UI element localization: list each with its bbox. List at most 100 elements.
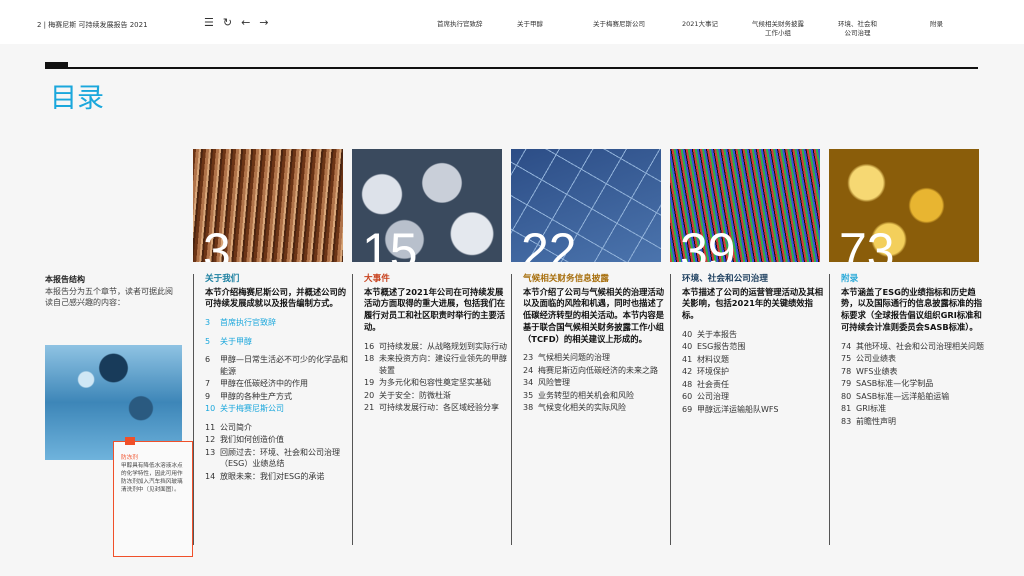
toc-item[interactable]: 19 为多元化和包容性奠定坚实基础: [364, 377, 511, 389]
toc-item[interactable]: 79 SASB标准—化学制品: [841, 378, 988, 390]
toc-item[interactable]: 10 关于梅赛尼斯公司: [205, 403, 352, 415]
toc-page: 41: [682, 354, 693, 364]
toc-item[interactable]: 34 风险管理: [523, 377, 670, 389]
toc-label: 环境保护: [697, 367, 729, 377]
section-image[interactable]: 22: [511, 149, 661, 262]
toc-item[interactable]: 6 甲醇—日常生活必不可少的化学品和能源: [205, 354, 352, 377]
section-description: 本节描述了公司的运营管理活动及其相关影响，包括2021年的关键绩效指标。: [682, 286, 824, 321]
nav-link[interactable]: 气候相关财务披露 工作小组: [752, 20, 804, 38]
toc-item[interactable]: 69 甲醇远洋运输船队WFS: [682, 404, 829, 416]
toc-page: 9: [205, 391, 211, 401]
toc-section: 附录 本节涵盖了ESG的业绩指标和历史趋势，以及国际通行的信息披露标准的指标要求（…: [829, 274, 988, 545]
toc-item[interactable]: 80 SASB标准—远洋船舶运输: [841, 391, 988, 403]
section-title[interactable]: 气候相关财务信息披露: [523, 274, 670, 286]
toc-item[interactable]: 7 甲醇在低碳经济中的作用: [205, 378, 352, 390]
toc-section: 关于我们 本节介绍梅赛尼斯公司，并概述公司的可持续发展成就以及报告编制方式。 3 首席…: [193, 274, 352, 545]
toc-item[interactable]: 21 可持续发展行动：各区域经验分享: [364, 402, 511, 414]
toc-page: 40: [682, 329, 693, 339]
toc-page: 10: [205, 404, 216, 414]
toc-label: 未来投资方向：建设行业领先的甲醇装置: [379, 354, 507, 375]
toc-page: 16: [364, 341, 375, 351]
toc-item[interactable]: 20 关于安全：防微杜渐: [364, 390, 511, 402]
menu-icon[interactable]: ☰: [204, 16, 214, 29]
section-title[interactable]: 环境、社会和公司治理: [682, 274, 829, 286]
toc-item[interactable]: 42 环境保护: [682, 366, 829, 378]
toc-page: 23: [523, 353, 534, 363]
forward-arrow-icon[interactable]: →: [259, 16, 268, 29]
toc-item[interactable]: 12 我们如何创造价值: [205, 434, 352, 446]
toc-item[interactable]: 48 社会责任: [682, 379, 829, 391]
toc-item[interactable]: 9 甲醇的各种生产方式: [205, 391, 352, 403]
page-label: 2 | 梅赛尼斯 可持续发展报告 2021: [37, 21, 148, 29]
toc-item[interactable]: 78 WFS业绩表: [841, 366, 988, 378]
callout-text: 甲醇具有降低水溶液冰点的化学特性，因此可用作防冻剂加入汽车挡风玻璃清洗剂中（见封…: [121, 463, 183, 493]
toc-label: 材料议题: [697, 354, 729, 364]
toc-label: 放眼未来：我们对ESG的承诺: [220, 471, 325, 481]
toc-item[interactable]: 60 公司治理: [682, 391, 829, 403]
toc-item[interactable]: 35 业务转型的相关机会和风险: [523, 390, 670, 402]
toc-label: 前瞻性声明: [856, 416, 896, 426]
toc-item[interactable]: 40 ESG报告范围: [682, 341, 829, 353]
toc-label: GRI标准: [856, 404, 887, 414]
toc-item[interactable]: 16 可持续发展：从战略规划到实际行动: [364, 341, 511, 353]
toc-item[interactable]: 23 气候相关问题的治理: [523, 352, 670, 364]
section-title[interactable]: 关于我们: [205, 274, 352, 286]
section-image[interactable]: 39: [670, 149, 820, 262]
nav-link[interactable]: 首席执行官致辞: [437, 20, 483, 29]
section-title[interactable]: 大事件: [364, 274, 511, 286]
toc-item[interactable]: 13 回顾过去：环境、社会和公司治理（ESG）业绩总结: [205, 447, 352, 470]
toc-item[interactable]: 3 首席执行官致辞: [205, 317, 352, 329]
toc-label: 公司业绩表: [856, 354, 896, 364]
toc-page: 81: [841, 404, 852, 414]
section-page-number: 39: [680, 223, 736, 262]
toc-page: 78: [841, 366, 852, 376]
toc-item[interactable]: 74 其他环境、社会和公司治理相关问题: [841, 341, 988, 353]
toc-section: 气候相关财务信息披露 本节介绍了公司与气候相关的治理活动以及面临的风险和机遇，同时…: [511, 274, 670, 545]
toc-item[interactable]: 14 放眼未来：我们对ESG的承诺: [205, 471, 352, 483]
toc-item[interactable]: 5 关于甲醇: [205, 336, 352, 348]
toc-label: 关于甲醇: [220, 336, 252, 346]
toc-label: 关于安全：防微杜渐: [379, 390, 451, 400]
section-image[interactable]: 3: [193, 149, 343, 262]
nav-link[interactable]: 关于梅赛尼斯公司: [593, 20, 645, 29]
toc-label: 梅赛尼斯迈向低碳经济的未来之路: [538, 365, 658, 375]
section-page-number: 3: [203, 223, 231, 262]
toc-item[interactable]: 11 公司简介: [205, 422, 352, 434]
toc-section: 环境、社会和公司治理 本节描述了公司的运营管理活动及其相关影响，包括2021年的关…: [670, 274, 829, 545]
nav-link[interactable]: 2021大事记: [682, 20, 718, 29]
section-image[interactable]: 15: [352, 149, 502, 262]
callout-box: 防冻剂 甲醇具有降低水溶液冰点的化学特性，因此可用作防冻剂加入汽车挡风玻璃清洗剂…: [113, 441, 193, 557]
nav-link[interactable]: 附录: [930, 20, 943, 29]
section-description: 本节介绍梅赛尼斯公司，并概述公司的可持续发展成就以及报告编制方式。: [205, 286, 347, 309]
section-image[interactable]: 73: [829, 149, 979, 262]
nav-link[interactable]: 环境、社会和 公司治理: [838, 20, 877, 38]
toc-item[interactable]: 83 前瞻性声明: [841, 416, 988, 428]
toc-item[interactable]: 24 梅赛尼斯迈向低碳经济的未来之路: [523, 365, 670, 377]
toc-item[interactable]: 38 气候变化相关的实际风险: [523, 402, 670, 414]
toc-page: 60: [682, 392, 693, 402]
toc-label: 关于本报告: [697, 329, 737, 339]
toc-page: 80: [841, 391, 852, 401]
toc-item[interactable]: 40 关于本报告: [682, 329, 829, 341]
toc-label: 关于梅赛尼斯公司: [220, 404, 284, 414]
section-title[interactable]: 附录: [841, 274, 988, 286]
toc-item[interactable]: 18 未来投资方向：建设行业领先的甲醇装置: [364, 353, 511, 376]
back-arrow-icon[interactable]: ←: [241, 16, 250, 29]
toc-page: 18: [364, 354, 375, 364]
toc-label: 气候相关问题的治理: [538, 353, 610, 363]
reset-icon[interactable]: ↻: [223, 16, 232, 29]
toc-item[interactable]: 75 公司业绩表: [841, 353, 988, 365]
toc-item[interactable]: 81 GRI标准: [841, 403, 988, 415]
toc-label: ESG报告范围: [697, 342, 746, 352]
toc-label: 回顾过去：环境、社会和公司治理（ESG）业绩总结: [220, 447, 340, 469]
toolbar: ☰ ↻ ← →: [204, 16, 269, 29]
intro-text: 本报告分为五个章节，读者可据此阅读自己感兴趣的内容：: [45, 286, 173, 308]
toc-label: 为多元化和包容性奠定坚实基础: [379, 378, 491, 388]
toc-page: 5: [205, 336, 211, 346]
toc-label: 甲醇远洋运输船队WFS: [697, 404, 779, 414]
toc-item[interactable]: 41 材料议题: [682, 354, 829, 366]
nav-link[interactable]: 关于甲醇: [517, 20, 543, 29]
toc-label: 可持续发展行动：各区域经验分享: [379, 403, 499, 413]
toc-label: 我们如何创造价值: [220, 435, 284, 445]
section-page-number: 22: [521, 223, 577, 262]
